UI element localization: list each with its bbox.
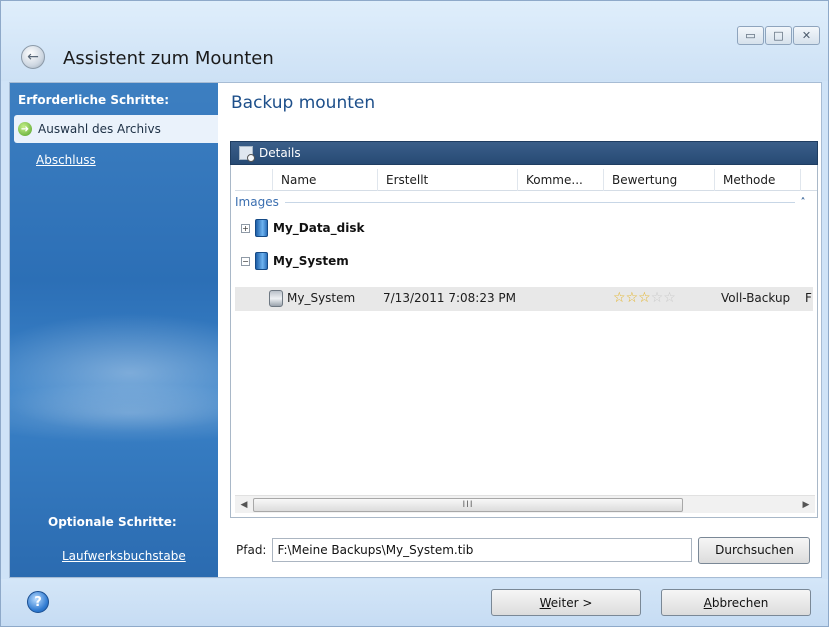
horizontal-scrollbar[interactable]: ◀ III ▶ xyxy=(235,495,815,513)
content-area: Erforderliche Schritte: ➜ Auswahl des Ar… xyxy=(9,82,822,578)
grip-icon: III xyxy=(462,500,474,510)
chevron-up-icon[interactable]: ˄ xyxy=(795,197,811,208)
footer: ? Weiter > Abbrechen xyxy=(1,579,828,626)
star-filled-icon[interactable]: ☆ xyxy=(638,290,651,306)
close-button[interactable]: ✕ xyxy=(793,26,820,45)
star-empty-icon[interactable]: ☆ xyxy=(663,290,676,306)
page-title: Backup mounten xyxy=(231,93,376,113)
browse-button[interactable]: Durchsuchen xyxy=(698,536,811,564)
cell-created: 7/13/2011 7:08:23 PM xyxy=(383,291,517,305)
path-row: Pfad: Durchsuchen xyxy=(230,535,820,565)
green-arrow-icon: ➜ xyxy=(18,122,32,136)
star-empty-icon[interactable]: ☆ xyxy=(651,290,664,306)
scroll-right-icon[interactable]: ▶ xyxy=(798,497,814,513)
cancel-button[interactable]: Abbrechen xyxy=(661,589,811,616)
tree-item-my-data-disk[interactable]: + My_Data_disk xyxy=(241,217,364,239)
backup-archive-icon xyxy=(269,290,283,307)
sidebar-decoration-lower xyxy=(10,383,218,443)
column-header: Name Erstellt Komme... Bewertung Methode xyxy=(235,169,817,191)
disk-icon xyxy=(255,252,268,270)
sidebar: Erforderliche Schritte: ➜ Auswahl des Ar… xyxy=(10,83,218,577)
scrollbar-thumb[interactable]: III xyxy=(253,498,683,512)
wizard-window: ← Assistent zum Mounten ▭ □ ✕ Erforderli… xyxy=(0,0,829,627)
collapse-icon[interactable]: − xyxy=(241,256,250,266)
rating-stars: ☆☆☆☆☆ xyxy=(613,290,676,306)
column-rating[interactable]: Bewertung xyxy=(604,169,715,191)
title-bar: ← Assistent zum Mounten ▭ □ ✕ xyxy=(1,1,828,81)
optional-steps-heading: Optionale Schritte: xyxy=(48,515,177,529)
disk-icon xyxy=(255,219,268,237)
sidebar-item-finish[interactable]: Abschluss xyxy=(36,153,96,167)
tree-item-label: My_Data_disk xyxy=(273,221,365,235)
access-key: W xyxy=(539,595,551,610)
minimize-icon: ▭ xyxy=(745,29,756,42)
close-icon: ✕ xyxy=(801,29,812,42)
group-label: Images xyxy=(235,195,279,209)
sidebar-item-drive-letter[interactable]: Laufwerksbuchstabe xyxy=(62,549,186,563)
cell-name: My_System xyxy=(287,291,356,305)
access-key: A xyxy=(703,595,712,610)
button-label: bbrechen xyxy=(711,595,769,610)
back-arrow-icon[interactable]: ← xyxy=(21,45,45,69)
maximize-button[interactable]: □ xyxy=(765,26,792,45)
path-input[interactable] xyxy=(272,538,693,562)
path-label: Pfad: xyxy=(236,543,267,557)
star-filled-icon[interactable]: ☆ xyxy=(613,290,626,306)
magnifier-icon xyxy=(239,146,255,162)
main-panel: Backup mounten Details Name Erstellt Kom… xyxy=(219,83,821,577)
maximize-icon: □ xyxy=(773,29,784,42)
help-icon[interactable]: ? xyxy=(27,591,49,613)
tree-item-my-system[interactable]: − My_System xyxy=(241,250,349,272)
next-button[interactable]: Weiter > xyxy=(491,589,641,616)
column-method[interactable]: Methode xyxy=(715,169,801,191)
archive-list: Name Erstellt Komme... Bewertung Methode… xyxy=(230,165,818,518)
window-controls: ▭ □ ✕ xyxy=(737,26,820,45)
scroll-left-icon[interactable]: ◀ xyxy=(236,497,252,513)
group-divider xyxy=(284,201,795,203)
star-filled-icon[interactable]: ☆ xyxy=(626,290,639,306)
column-header-spacer xyxy=(235,169,273,191)
sidebar-item-archive-selection[interactable]: ➜ Auswahl des Archivs xyxy=(14,115,218,143)
table-row[interactable]: My_System 7/13/2011 7:08:23 PM ☆☆☆☆☆ Vol… xyxy=(235,287,813,311)
expand-icon[interactable]: + xyxy=(241,223,250,233)
required-steps-heading: Erforderliche Schritte: xyxy=(18,93,170,107)
sidebar-item-label: Auswahl des Archivs xyxy=(38,122,161,136)
group-header-images[interactable]: Images ˄ xyxy=(235,193,811,211)
window-title: Assistent zum Mounten xyxy=(63,48,274,69)
column-name[interactable]: Name xyxy=(273,169,378,191)
button-label: eiter > xyxy=(550,595,593,610)
details-bar[interactable]: Details xyxy=(230,141,818,165)
cell-truncated: F xyxy=(805,291,812,305)
column-comment[interactable]: Komme... xyxy=(518,169,604,191)
tree-item-label: My_System xyxy=(273,254,349,268)
cell-method: Voll-Backup xyxy=(721,291,791,305)
column-created[interactable]: Erstellt xyxy=(378,169,518,191)
minimize-button[interactable]: ▭ xyxy=(737,26,764,45)
details-label: Details xyxy=(259,146,301,160)
